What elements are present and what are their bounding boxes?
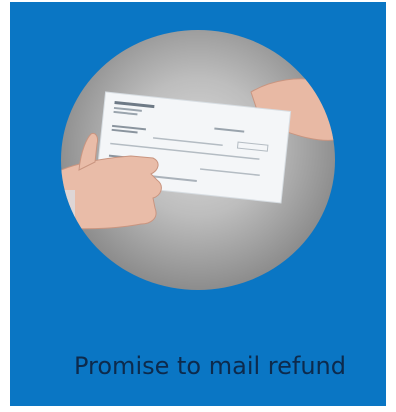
check-handover-photo bbox=[61, 30, 335, 290]
left-hand-shape bbox=[61, 155, 162, 230]
refund-option-card[interactable]: Promise to mail refund bbox=[10, 2, 386, 406]
card-caption: Promise to mail refund bbox=[73, 352, 346, 380]
left-sleeve bbox=[61, 190, 75, 230]
check-handover-illustration bbox=[61, 78, 335, 230]
